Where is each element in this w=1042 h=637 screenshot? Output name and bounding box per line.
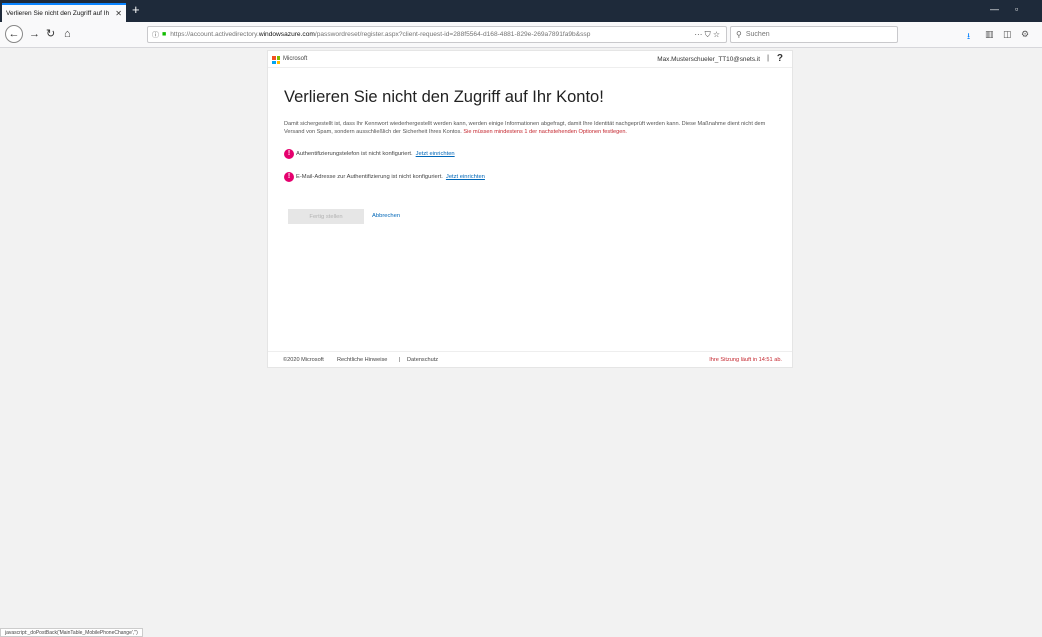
sidebar-icon[interactable]: ◫: [1003, 29, 1012, 40]
phone-alert-text: Authentifizierungstelefon ist nicht konf…: [296, 151, 413, 157]
brand-name: Microsoft: [283, 56, 308, 62]
url-bar[interactable]: ⓘ ■ https://account.activedirectory.wind…: [147, 26, 727, 43]
setup-phone-link[interactable]: Jetzt einrichten: [416, 151, 455, 157]
restore-icon[interactable]: ▫: [1015, 4, 1018, 14]
browser-navbar: ← → ↻ ⌂ ⓘ ■ https://account.activedirect…: [0, 22, 1042, 48]
reload-icon[interactable]: ↻: [46, 27, 55, 41]
new-tab-button[interactable]: +: [132, 3, 140, 17]
password-reset-card: Microsoft Max.Musterschueler_TT10@snets.…: [267, 50, 793, 368]
library-icon[interactable]: ▥: [985, 29, 994, 40]
card-header: Microsoft Max.Musterschueler_TT10@snets.…: [268, 51, 792, 68]
close-tab-icon[interactable]: ✕: [115, 9, 122, 18]
session-timer: Ihre Sitzung läuft in 14:51 ab.: [709, 357, 782, 363]
privacy-link[interactable]: Datenschutz: [407, 357, 438, 363]
url-text[interactable]: https://account.activedirectory.windowsa…: [170, 31, 694, 38]
email-alert-row: ! E-Mail-Adresse zur Authentifizierung i…: [284, 172, 485, 182]
description-required: Sie müssen mindestens 1 der nachstehende…: [463, 129, 627, 136]
user-email[interactable]: Max.Musterschueler_TT10@snets.it: [657, 56, 760, 63]
tab-title: Verlieren Sie nicht den Zugriff auf Ih: [6, 10, 110, 17]
help-icon[interactable]: ?: [777, 53, 783, 64]
browser-tab-active[interactable]: Verlieren Sie nicht den Zugriff auf Ih ✕: [2, 3, 126, 22]
description: Damit sichergestellt ist, dass Ihr Kennw…: [284, 120, 782, 137]
warning-icon: !: [284, 172, 294, 182]
header-separator: |: [767, 55, 769, 62]
browser-titlebar: Verlieren Sie nicht den Zugriff auf Ih ✕…: [0, 0, 1042, 22]
status-bar: javascript:_doPostBack('MainTable_Mobile…: [0, 628, 143, 637]
card-footer: ©2020 Microsoft Rechtliche Hinweise | Da…: [268, 351, 792, 368]
lock-icon[interactable]: ■: [162, 31, 166, 38]
info-icon[interactable]: ⓘ: [152, 30, 159, 40]
page-actions-icons[interactable]: ··· ⛉ ☆: [694, 30, 720, 40]
search-input[interactable]: [745, 31, 886, 38]
phone-alert-row: ! Authentifizierungstelefon ist nicht ko…: [284, 149, 455, 159]
finish-button[interactable]: Fertig stellen: [288, 209, 364, 224]
copyright: ©2020 Microsoft: [283, 357, 324, 363]
minimize-icon[interactable]: —: [990, 4, 999, 14]
extension-icon[interactable]: ⚙: [1021, 29, 1029, 40]
cancel-link[interactable]: Abbrechen: [372, 213, 400, 219]
search-icon: ⚲: [736, 30, 742, 39]
setup-email-link[interactable]: Jetzt einrichten: [446, 174, 485, 180]
microsoft-logo-icon: [272, 56, 280, 64]
home-icon[interactable]: ⌂: [64, 27, 71, 41]
warning-icon: !: [284, 149, 294, 159]
footer-separator: |: [399, 357, 401, 363]
forward-arrow-icon[interactable]: →: [29, 27, 40, 41]
email-alert-text: E-Mail-Adresse zur Authentifizierung ist…: [296, 174, 443, 180]
back-arrow-icon[interactable]: ←: [5, 25, 23, 43]
search-bar[interactable]: ⚲: [730, 26, 898, 43]
legal-link[interactable]: Rechtliche Hinweise: [337, 357, 387, 363]
download-icon[interactable]: ⭳: [967, 29, 970, 45]
page-title: Verlieren Sie nicht den Zugriff auf Ihr …: [284, 88, 604, 106]
